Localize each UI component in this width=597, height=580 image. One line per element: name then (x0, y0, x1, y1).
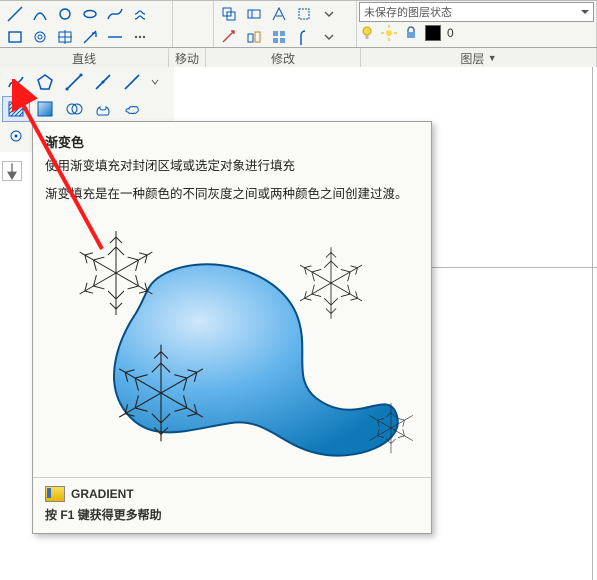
ellipse-tool[interactable] (77, 2, 103, 26)
mod-btn-1[interactable] (216, 2, 242, 26)
tooltip-popup: 渐变色 使用渐变填充对封闭区域或选定对象进行填充 渐变填充是在一种颜色的不同灰度… (32, 121, 432, 534)
lock-icon[interactable] (403, 25, 419, 41)
point-tool[interactable] (52, 25, 78, 49)
mod-btn-2[interactable] (241, 2, 267, 26)
panel-label-move: 移动 (169, 48, 206, 68)
line-b-icon[interactable] (89, 69, 117, 95)
circle-tool[interactable] (52, 2, 78, 26)
layer-state-text: 未保存的图层状态 (364, 4, 452, 20)
panel-label-layer: 图层 ▼ (361, 48, 597, 68)
pin-icon[interactable] (2, 161, 22, 181)
tooltip-preview (46, 213, 418, 463)
bulb-icon[interactable] (359, 25, 375, 41)
panel-label-mod: 修改 (206, 48, 361, 68)
line-a-icon[interactable] (60, 69, 88, 95)
mod-btn-8[interactable] (291, 25, 317, 49)
mod-btn-4[interactable] (291, 2, 317, 26)
tooltip-title: 渐变色 (45, 132, 419, 151)
tooltip-hint: 按 F1 键获得更多帮助 (45, 506, 419, 523)
panel-label-line: 直线 (0, 48, 169, 68)
misc-tool-1[interactable] (2, 123, 30, 149)
tooltip-desc-1: 使用渐变填充对封闭区域或选定对象进行填充 (45, 157, 419, 175)
arc-tool[interactable] (27, 2, 53, 26)
gradient-icon[interactable] (31, 96, 59, 122)
mod-dropdown-2[interactable] (316, 25, 342, 49)
revcloud-icon[interactable] (118, 96, 146, 122)
spline-tool[interactable] (102, 2, 128, 26)
layer-name: 0 (447, 26, 454, 40)
mod-btn-3[interactable] (266, 2, 292, 26)
ray-tool[interactable] (77, 25, 103, 49)
hatch-icon[interactable] (2, 96, 30, 122)
mod-dropdown[interactable] (316, 2, 342, 26)
line-more[interactable] (127, 25, 153, 49)
line-tool-1[interactable] (2, 2, 28, 26)
helix-tool[interactable] (127, 2, 153, 26)
mod-btn-7[interactable] (266, 25, 292, 49)
rect-tool[interactable] (2, 25, 28, 49)
xline-tool[interactable] (102, 25, 128, 49)
polyline-icon[interactable] (2, 69, 30, 95)
layer-state-combo[interactable]: 未保存的图层状态 (359, 2, 594, 22)
polygon-icon[interactable] (31, 69, 59, 95)
mod-btn-5[interactable] (216, 25, 242, 49)
region-icon[interactable] (89, 96, 117, 122)
donut-tool[interactable] (27, 25, 53, 49)
command-icon (45, 486, 65, 502)
color-swatch[interactable] (425, 25, 441, 41)
tooltip-command: GRADIENT (71, 487, 134, 501)
line-dropdown[interactable] (147, 69, 163, 95)
tooltip-desc-2: 渐变填充是在一种颜色的不同灰度之间或两种颜色之间创建过渡。 (45, 185, 419, 203)
mod-btn-6[interactable] (241, 25, 267, 49)
canvas-divider-v (592, 67, 593, 580)
line-c-icon[interactable] (118, 69, 146, 95)
sun-icon[interactable] (381, 25, 397, 41)
boundary-icon[interactable] (60, 96, 88, 122)
